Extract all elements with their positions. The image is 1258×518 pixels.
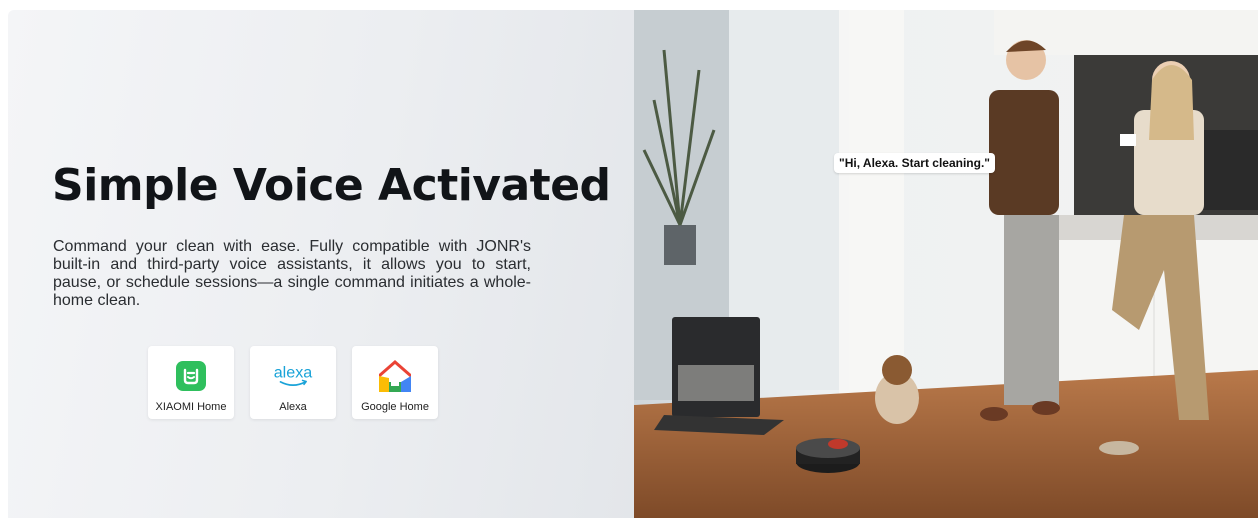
xiaomi-home-icon: [169, 354, 213, 398]
living-room-scene: [634, 10, 1258, 518]
alexa-icon: alexa: [271, 354, 315, 398]
section-description: Command your clean with ease. Fully comp…: [53, 238, 531, 309]
assistant-label: Alexa: [279, 401, 307, 413]
lifestyle-photo: "Hi, Alexa. Start cleaning.": [634, 10, 1258, 518]
assistant-card-google-home: Google Home: [352, 346, 438, 419]
assistant-card-alexa: alexa Alexa: [250, 346, 336, 419]
assistant-list: XIAOMI Home alexa Alexa Google Home: [148, 346, 438, 419]
assistant-label: XIAOMI Home: [155, 401, 227, 413]
section-title: Simple Voice Activated: [52, 160, 611, 211]
voice-feature-banner: Simple Voice Activated Command your clea…: [8, 10, 1258, 518]
assistant-card-xiaomi: XIAOMI Home: [148, 346, 234, 419]
voice-command-bubble: "Hi, Alexa. Start cleaning.": [834, 153, 995, 173]
assistant-label: Google Home: [361, 401, 429, 413]
text-panel: Simple Voice Activated Command your clea…: [8, 10, 634, 518]
google-home-icon: [373, 354, 417, 398]
alexa-logo-text: alexa: [274, 363, 313, 381]
